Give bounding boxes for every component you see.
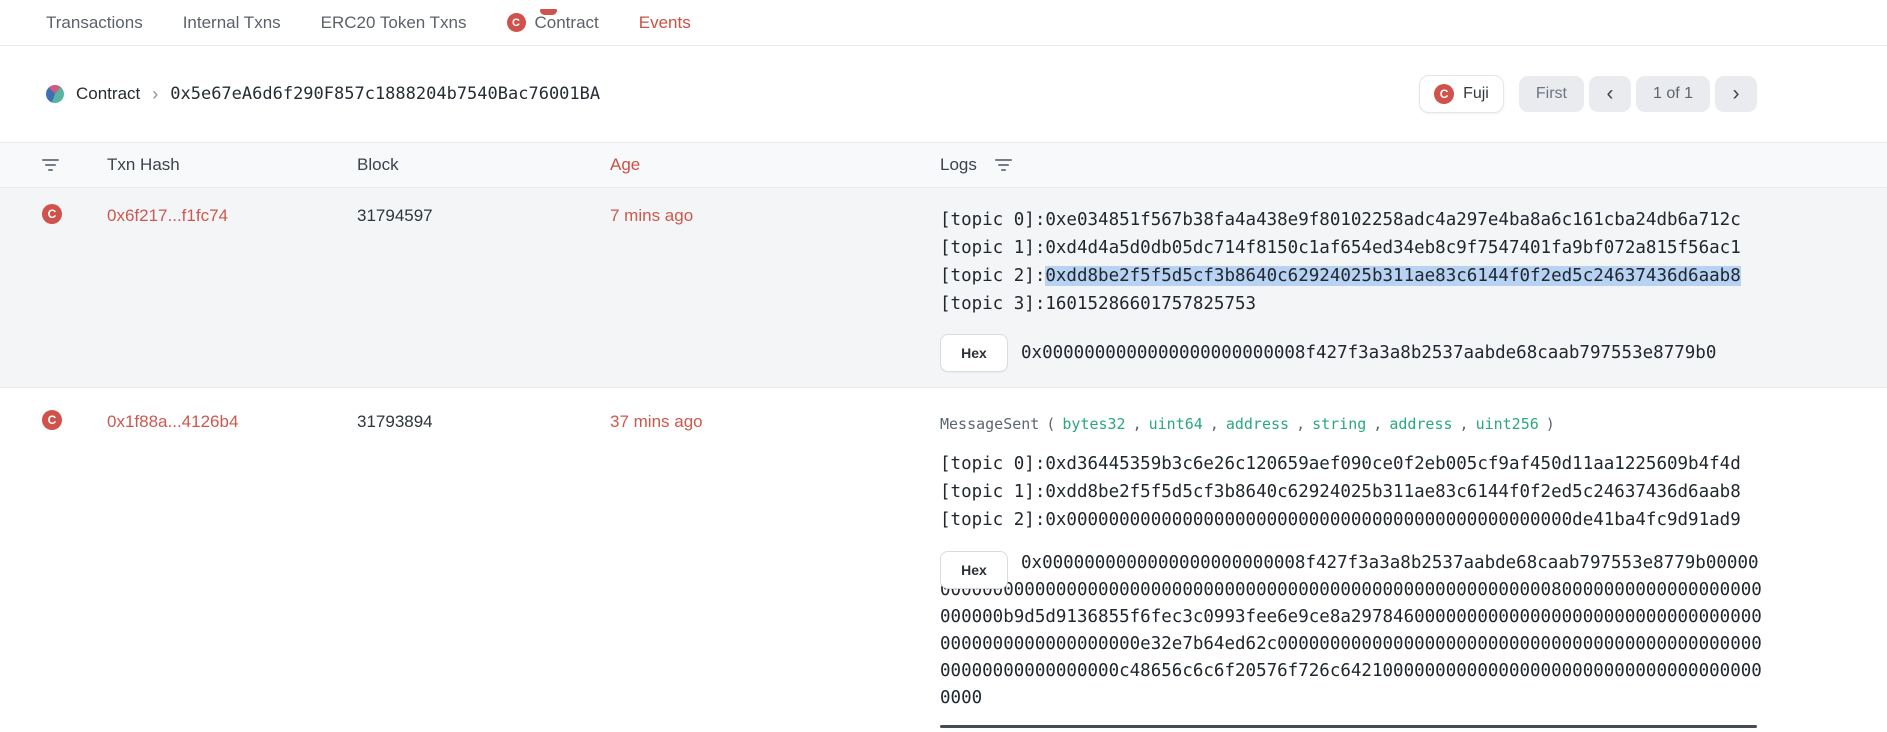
topic-value: 0xe034851f567b38fa4a438e9f80102258adc4a2… [1045,210,1740,230]
topic-value: 0xdd8be2f5f5d5cf3b8640c62924025b311ae83c… [1045,482,1740,502]
prev-page-button[interactable]: ‹ [1589,76,1631,112]
page-indicator: 1 of 1 [1636,76,1710,112]
param-type: uint64 [1149,412,1203,436]
tab-label: Events [639,13,691,33]
tab-label: Transactions [46,13,143,33]
header-txn-hash: Txn Hash [107,155,180,175]
log-topic: [topic 2]:0x0000000000000000000000000000… [940,506,1762,534]
topic-label: [topic 2]: [940,510,1045,530]
table-header: Txn Hash Block Age Logs [0,143,1887,188]
log-topic: [topic 1]:0xdd8be2f5f5d5cf3b8640c6292402… [940,478,1762,506]
topic-label: [topic 1]: [940,238,1045,258]
log-topic: [topic 3]:16015286601757825753 [940,290,1762,318]
log-data: Hex 0x0000000000000000000000008f427f3a3a… [940,334,1762,372]
events-page: Transactions Internal Txns ERC20 Token T… [0,0,1887,732]
header-controls: C Fuji First ‹ 1 of 1 › [1419,75,1757,113]
next-row-clipped-edge [940,725,1757,728]
topic-value: 0x00000000000000000000000000000000000000… [1045,510,1740,530]
log-topic: [topic 1]:0xd4d4a5d0db05dc714f8150c1af65… [940,234,1762,262]
event-row: C 0x1f88a...4126b4 31793894 37 mins ago … [0,388,1887,732]
contract-badge-icon: C [507,13,526,32]
log-topic: [topic 0]:0xe034851f567b38fa4a438e9f8010… [940,206,1762,234]
age-text: 7 mins ago [610,206,693,226]
event-row: C 0x6f217...f1fc74 31794597 7 mins ago [… [0,188,1887,388]
tab-transactions[interactable]: Transactions [46,13,143,33]
tab-internal-txns[interactable]: Internal Txns [183,13,281,33]
comma: , [1296,412,1305,436]
hex-toggle-button[interactable]: Hex [940,551,1008,589]
block-number: 31793894 [357,412,433,432]
block-number: 31794597 [357,206,433,226]
topic-value-highlighted: 0xdd8be2f5f5d5cf3b8640c62924025b311ae83c… [1045,266,1740,286]
contract-address: 0x5e67eA6d6f290F857c1888204b7540Bac76001… [170,84,600,104]
param-type: string [1312,412,1366,436]
tab-events[interactable]: Events [639,13,691,33]
age-text: 37 mins ago [610,412,703,432]
event-name: MessageSent [940,412,1039,436]
param-type: address [1389,412,1452,436]
log-data: Hex 0x0000000000000000000000008f427f3a3a… [940,550,1762,712]
topic-label: [topic 0]: [940,454,1045,474]
param-type: uint256 [1476,412,1539,436]
tab-bar: Transactions Internal Txns ERC20 Token T… [0,0,1887,46]
network-badge-icon: C [1434,84,1454,104]
topic-label: [topic 3]: [940,294,1045,314]
next-page-button[interactable]: › [1715,76,1757,112]
tab-label: ERC20 Token Txns [321,13,467,33]
first-page-button[interactable]: First [1519,76,1584,112]
breadcrumb-section: Contract [76,84,140,104]
header-logs: Logs [940,155,977,175]
comma: , [1210,412,1219,436]
network-name: Fuji [1463,85,1489,103]
topic-value: 16015286601757825753 [1045,294,1256,314]
clipped-red-badge-icon [540,9,557,15]
comma: , [1460,412,1469,436]
header-age[interactable]: Age [610,155,640,175]
contract-badge-icon: C [42,410,62,430]
chevron-right-icon: › [1733,82,1740,106]
chevron-left-icon: ‹ [1606,82,1613,106]
topic-value: 0xd4d4a5d0db05dc714f8150c1af654ed34eb8c9… [1045,238,1740,258]
topic-label: [topic 0]: [940,210,1045,230]
txn-hash-link[interactable]: 0x6f217...f1fc74 [107,206,228,226]
comma: , [1133,412,1142,436]
contract-badge-icon: C [42,204,62,224]
tab-contract[interactable]: C Contract [507,13,599,33]
hex-data: 0x0000000000000000000000008f427f3a3a8b25… [940,550,1762,712]
contract-header: Contract › 0x5e67eA6d6f290F857c1888204b7… [0,46,1887,143]
tab-label: Contract [535,13,599,33]
event-signature: MessageSent ( bytes32 , uint64 , address… [940,412,1762,436]
filter-lines-icon[interactable] [42,159,59,171]
topic-value: 0xd36445359b3c6e26c120659aef090ce0f2eb00… [1045,454,1740,474]
hex-data: 0x0000000000000000000000008f427f3a3a8b25… [1021,343,1716,363]
contract-identicon [46,85,64,103]
txn-hash-link[interactable]: 0x1f88a...4126b4 [107,412,238,432]
network-chip[interactable]: C Fuji [1419,75,1504,113]
log-topic: [topic 2]:0xdd8be2f5f5d5cf3b8640c6292402… [940,262,1762,290]
topic-label: [topic 1]: [940,482,1045,502]
topic-label: [topic 2]: [940,266,1045,286]
paren-open: ( [1046,412,1055,436]
tab-label: Internal Txns [183,13,281,33]
topic-list: [topic 0]:0xd36445359b3c6e26c120659aef09… [940,450,1762,534]
header-block: Block [357,155,399,175]
paren-close: ) [1546,412,1555,436]
breadcrumb-separator-icon: › [152,84,158,105]
hex-toggle-button[interactable]: Hex [940,334,1008,372]
param-type: address [1226,412,1289,436]
param-type: bytes32 [1062,412,1125,436]
logs-filter-lines-icon[interactable] [995,159,1012,171]
tab-erc20-token-txns[interactable]: ERC20 Token Txns [321,13,467,33]
comma: , [1373,412,1382,436]
breadcrumb: Contract › 0x5e67eA6d6f290F857c1888204b7… [46,84,600,105]
log-topic: [topic 0]:0xd36445359b3c6e26c120659aef09… [940,450,1762,478]
log-topics: [topic 0]:0xe034851f567b38fa4a438e9f8010… [940,206,1762,372]
log-topics: MessageSent ( bytes32 , uint64 , address… [940,412,1762,712]
